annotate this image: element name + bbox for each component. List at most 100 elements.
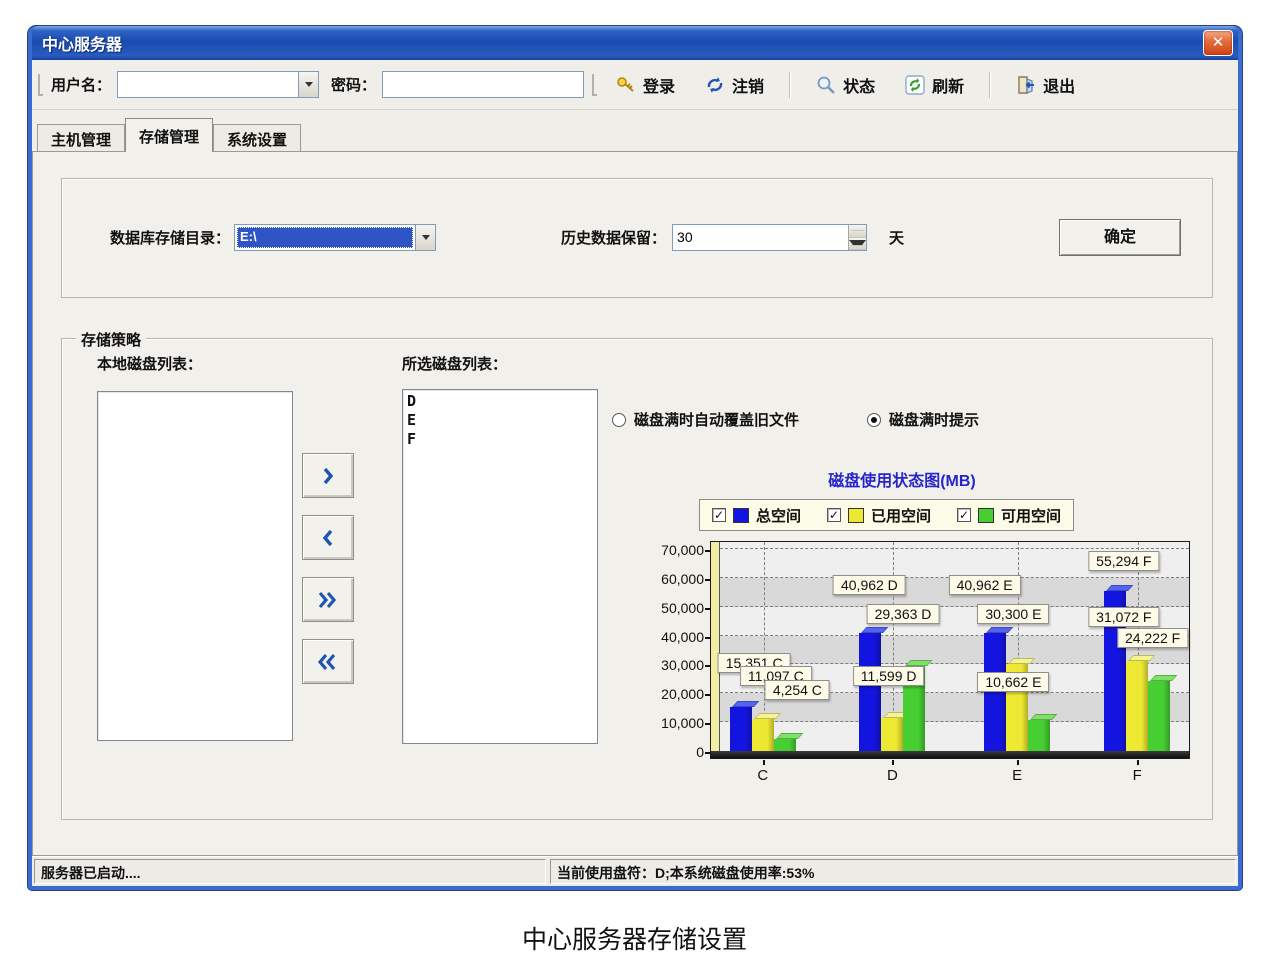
- move-all-right-button[interactable]: [302, 577, 354, 622]
- radio-circle: [867, 413, 881, 427]
- move-left-button[interactable]: [302, 515, 354, 560]
- y-axis-tick: [705, 608, 710, 610]
- legend-checkbox[interactable]: ✓: [957, 508, 971, 522]
- retention-spinner[interactable]: 30: [672, 224, 867, 251]
- username-dropdown-button[interactable]: [298, 72, 318, 97]
- y-axis-tick-label: 50,000: [624, 600, 704, 616]
- y-axis-tick-label: 20,000: [624, 686, 704, 702]
- double-chevron-right-icon: [315, 591, 341, 609]
- logout-button[interactable]: 注销: [696, 68, 773, 102]
- move-right-button[interactable]: [302, 453, 354, 498]
- double-chevron-left-icon: [315, 653, 341, 671]
- app-window: 中心服务器 ✕ 用户名： 密码： 登录: [28, 26, 1242, 890]
- bar-E-总空间: [984, 633, 1006, 751]
- radio-overwrite-label: 磁盘满时自动覆盖旧文件: [634, 409, 799, 430]
- close-button[interactable]: ✕: [1203, 30, 1233, 56]
- database-settings-panel: 数据库存储目录： E:\ 历史数据保留： 30 天 确定: [61, 178, 1213, 298]
- list-item[interactable]: D: [407, 392, 593, 411]
- data-label-callout: 40,962 D: [833, 575, 906, 595]
- legend-color-swatch: [978, 508, 994, 523]
- chevron-left-icon: [317, 529, 339, 547]
- password-field[interactable]: [382, 71, 584, 98]
- legend-item: ✓ 可用空间: [957, 505, 1061, 526]
- local-disk-listbox[interactable]: [97, 391, 293, 741]
- storage-policy-group: 存储策略 本地磁盘列表：: [61, 338, 1213, 820]
- radio-overwrite-old-files[interactable]: 磁盘满时自动覆盖旧文件: [612, 409, 799, 430]
- db-dir-combobox[interactable]: E:\: [234, 224, 436, 251]
- radio-prompt-when-full[interactable]: 磁盘满时提示: [867, 409, 979, 430]
- local-disk-list-label: 本地磁盘列表：: [97, 353, 202, 374]
- move-all-left-button[interactable]: [302, 639, 354, 684]
- chart-title: 磁盘使用状态图(MB): [622, 467, 1182, 491]
- legend-checkbox[interactable]: ✓: [712, 508, 726, 522]
- data-label-callout: 24,222 F: [1117, 628, 1188, 648]
- search-icon: [816, 75, 836, 95]
- login-button-label: 登录: [643, 73, 675, 97]
- x-axis-tick: [1137, 760, 1139, 765]
- x-axis-category-label: D: [887, 767, 898, 784]
- legend-item: ✓ 总空间: [712, 505, 801, 526]
- status-bar: 服务器已启动.... 当前使用盘符：D;本系统磁盘使用率:53%: [32, 856, 1238, 886]
- data-label-callout: 40,962 E: [949, 575, 1021, 595]
- bar-F-已用空间: [1126, 661, 1148, 751]
- legend-label: 已用空间: [871, 505, 931, 526]
- legend-label: 总空间: [756, 505, 801, 526]
- selected-disk-listbox[interactable]: DEF: [402, 389, 598, 744]
- tab-storage-management[interactable]: 存储管理: [125, 118, 213, 152]
- spinner-up-button[interactable]: [849, 225, 866, 238]
- chevron-down-icon: [849, 240, 866, 246]
- legend-color-swatch: [733, 508, 749, 523]
- data-label-callout: 11,599 D: [853, 666, 925, 686]
- username-combobox[interactable]: [117, 71, 319, 98]
- y-axis-tick: [705, 550, 710, 552]
- legend-label: 可用空间: [1001, 505, 1061, 526]
- status-button[interactable]: 状态: [807, 68, 884, 102]
- logout-button-label: 注销: [732, 73, 764, 97]
- y-axis-tick-label: 60,000: [624, 571, 704, 587]
- y-axis-tick-label: 0: [624, 744, 704, 760]
- tab-system-settings[interactable]: 系统设置: [213, 124, 301, 152]
- tab-host-management[interactable]: 主机管理: [37, 124, 125, 152]
- gridline-horizontal: [720, 548, 1189, 549]
- x-axis-category-label: E: [1012, 767, 1022, 784]
- ok-button[interactable]: 确定: [1059, 219, 1181, 256]
- login-button[interactable]: 登录: [607, 68, 684, 102]
- spinner-down-button[interactable]: [849, 238, 866, 251]
- data-label-callout: 55,294 F: [1088, 551, 1159, 571]
- db-dir-value[interactable]: E:\: [237, 227, 413, 248]
- status-button-label: 状态: [843, 73, 875, 97]
- toolbar-grip: [38, 74, 43, 96]
- db-dir-dropdown-button[interactable]: [415, 225, 435, 250]
- retention-value[interactable]: 30: [673, 225, 848, 250]
- status-message: 服务器已启动....: [34, 859, 546, 884]
- legend-item: ✓ 已用空间: [827, 505, 931, 526]
- retention-label: 历史数据保留：: [561, 227, 666, 248]
- disk-usage-chart: 15,351 C11,097 C4,254 C40,962 D29,363 D1…: [622, 535, 1212, 800]
- username-value[interactable]: [118, 72, 298, 97]
- bar-C-已用空间: [752, 719, 774, 751]
- chart-plot: 15,351 C11,097 C4,254 C40,962 D29,363 D1…: [710, 541, 1190, 759]
- window-title: 中心服务器: [32, 31, 122, 55]
- chevron-down-icon: [422, 235, 430, 240]
- bar-top-cap: [732, 701, 759, 707]
- exit-button-label: 退出: [1043, 73, 1075, 97]
- y-axis-tick: [705, 637, 710, 639]
- y-axis-tick-label: 30,000: [624, 657, 704, 673]
- radio-circle: [612, 413, 626, 427]
- retention-unit-label: 天: [889, 227, 904, 248]
- refresh-button[interactable]: 刷新: [896, 68, 973, 102]
- password-label: 密码：: [331, 74, 376, 95]
- list-item[interactable]: E: [407, 411, 593, 430]
- exit-button[interactable]: 退出: [1007, 68, 1084, 102]
- logout-arrows-icon: [705, 75, 725, 95]
- storage-policy-title: 存储策略: [76, 329, 146, 350]
- y-axis-tick: [705, 752, 710, 754]
- toolbar-grip-end: [592, 74, 597, 96]
- legend-checkbox[interactable]: ✓: [827, 508, 841, 522]
- y-axis-tick-label: 40,000: [624, 629, 704, 645]
- titlebar[interactable]: 中心服务器 ✕: [32, 26, 1238, 60]
- list-item[interactable]: F: [407, 430, 593, 449]
- bar-F-可用空间: [1148, 681, 1170, 751]
- tab-bar: 主机管理存储管理系统设置: [32, 114, 1238, 152]
- status-disk-info: 当前使用盘符：D;本系统磁盘使用率:53%: [550, 859, 1236, 884]
